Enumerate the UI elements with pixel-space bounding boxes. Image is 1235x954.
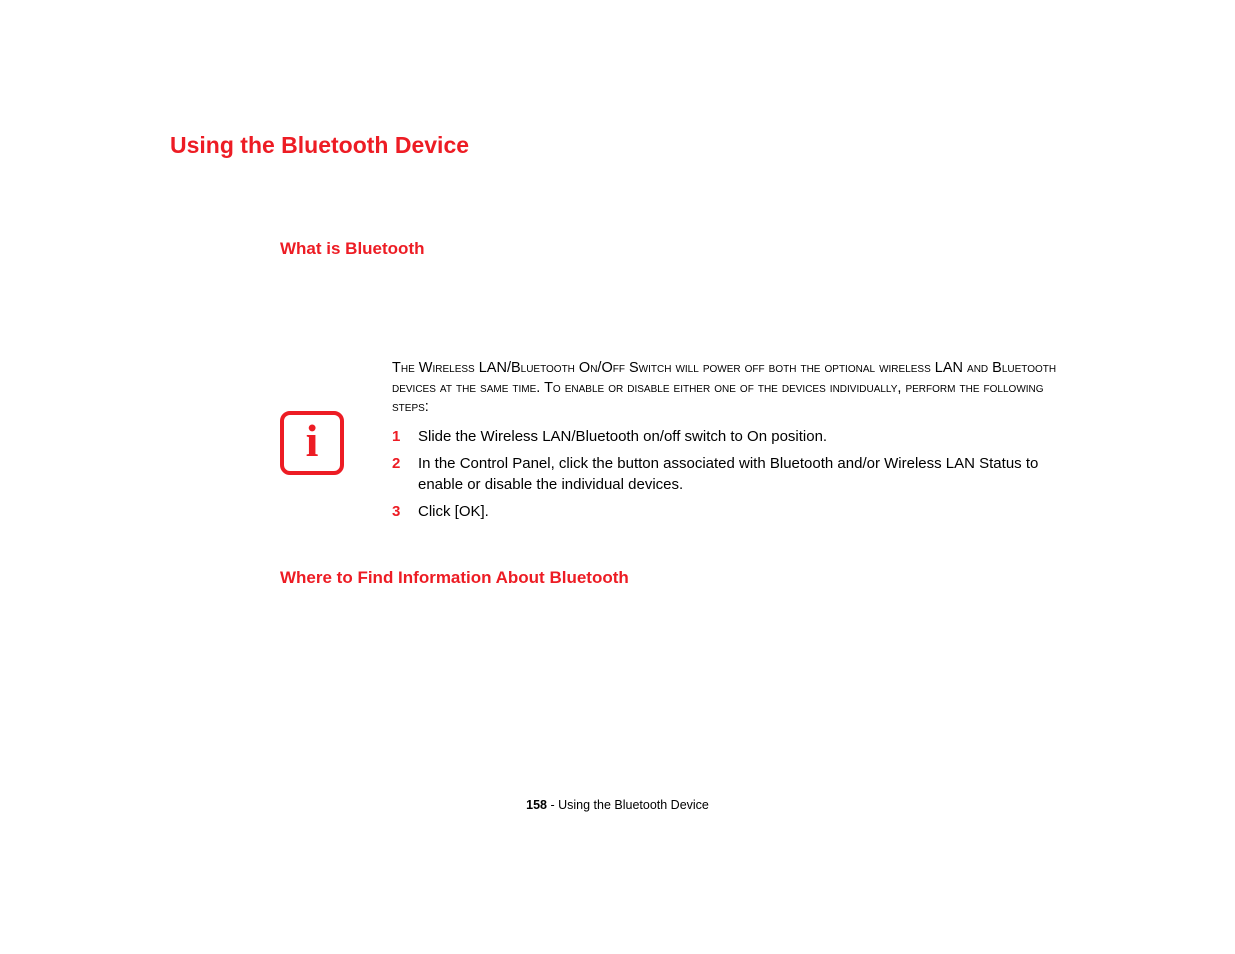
step-text: In the Control Panel, click the button a… [418,453,1062,495]
page-footer: 158 - Using the Bluetooth Device [0,798,1235,812]
step-number: 2 [392,453,418,495]
main-title: Using the Bluetooth Device [170,132,1065,159]
footer-label: Using the Bluetooth Device [558,798,709,812]
info-box: i The Wireless LAN/Bluetooth On/Off Swit… [280,359,1065,528]
step-list: 1 Slide the Wireless LAN/Bluetooth on/of… [392,426,1062,522]
info-content: The Wireless LAN/Bluetooth On/Off Switch… [392,359,1062,528]
step-item: 2 In the Control Panel, click the button… [392,453,1062,495]
info-icon-wrapper: i [280,359,392,528]
section-heading-where-to-find: Where to Find Information About Bluetoot… [280,568,1065,588]
step-text: Slide the Wireless LAN/Bluetooth on/off … [418,426,827,447]
info-icon: i [280,411,344,475]
section-heading-what-is-bluetooth: What is Bluetooth [280,239,1065,259]
footer-page-number: 158 [526,798,547,812]
page-container: Using the Bluetooth Device What is Bluet… [0,0,1235,588]
step-item: 1 Slide the Wireless LAN/Bluetooth on/of… [392,426,1062,447]
step-item: 3 Click [OK]. [392,501,1062,522]
step-text: Click [OK]. [418,501,489,522]
info-intro-text: The Wireless LAN/Bluetooth On/Off Switch… [392,359,1062,418]
step-number: 1 [392,426,418,447]
footer-separator: - [547,798,558,812]
step-number: 3 [392,501,418,522]
